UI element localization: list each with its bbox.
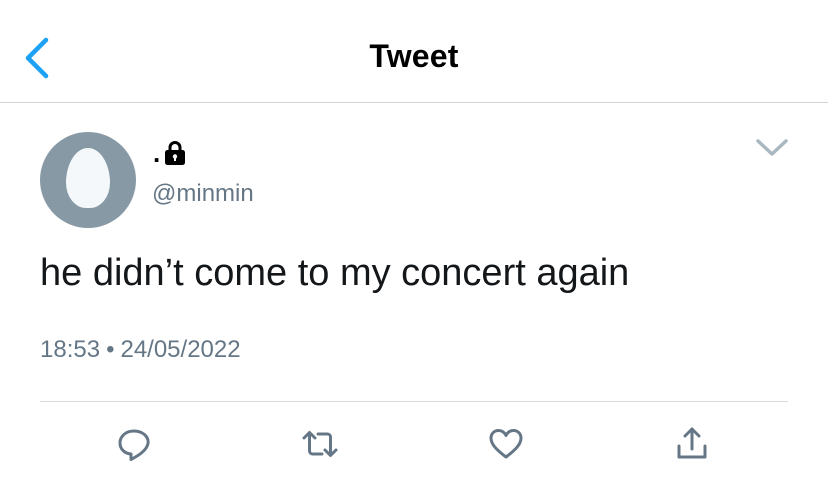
like-button[interactable] [486,424,526,464]
tweet-time: 18:53 [40,336,101,363]
lock-icon [165,141,186,165]
divider [40,401,788,402]
page-title: Tweet [369,38,459,74]
avatar[interactable] [40,132,136,228]
comment-icon [118,429,150,461]
tweet-text: he didn’t come to my concert again [40,252,630,294]
top-nav-bar: Tweet [0,0,828,103]
heart-icon [489,429,523,459]
retweet-icon [302,431,338,457]
tweet-date: 24/05/2022 [120,336,241,363]
share-button[interactable] [672,424,712,464]
share-icon [677,427,707,459]
tweet-timestamp: 18:53 • 24/05/2022 [40,336,241,364]
timestamp-separator: • [106,336,115,363]
display-name-text: . [153,138,161,168]
reply-button[interactable] [114,424,154,464]
author-display-name[interactable]: . [153,140,186,166]
chevron-down-icon[interactable] [754,136,790,160]
retweet-button[interactable] [300,424,340,464]
author-handle[interactable]: @minmin [152,180,254,208]
default-egg-avatar [66,148,110,208]
